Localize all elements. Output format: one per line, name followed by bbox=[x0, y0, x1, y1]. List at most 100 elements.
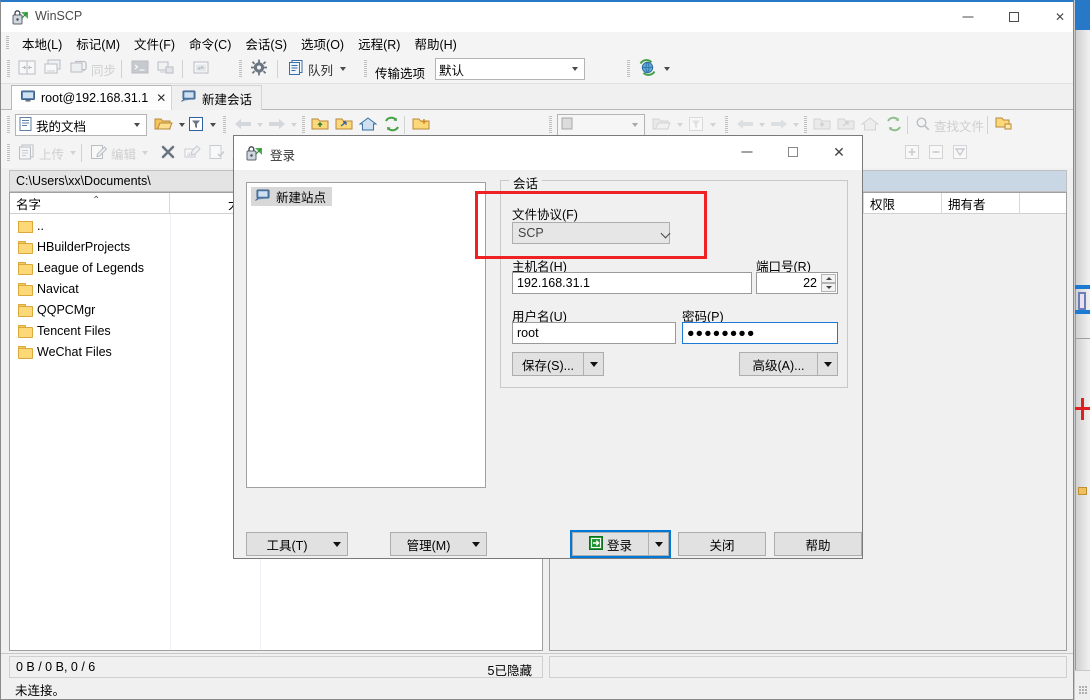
manage-button[interactable]: 管理(M) bbox=[390, 532, 487, 556]
menu-options[interactable]: 选项(O) bbox=[294, 32, 351, 55]
open-in-new-window-button[interactable] bbox=[189, 58, 213, 80]
local-home-dir-button[interactable] bbox=[356, 114, 380, 136]
menubar-grip[interactable] bbox=[6, 36, 9, 50]
tab-root-192-168-31-1[interactable]: root@192.168.31.1 ✕ bbox=[11, 85, 177, 110]
local-refresh-button[interactable] bbox=[380, 114, 404, 136]
remote-back-button[interactable] bbox=[733, 114, 768, 136]
remote-deselect-all-button[interactable] bbox=[925, 142, 947, 164]
remote-refresh-button[interactable] bbox=[882, 114, 906, 136]
remote-toolbar-grip[interactable] bbox=[549, 116, 552, 134]
chevron-down-icon[interactable] bbox=[677, 123, 683, 127]
open-terminal-button[interactable] bbox=[128, 58, 152, 80]
user-name-input[interactable]: root bbox=[512, 322, 676, 344]
chevron-down-icon[interactable] bbox=[142, 151, 149, 155]
local-parent-dir-button[interactable] bbox=[308, 114, 332, 136]
local-new-folder-button[interactable] bbox=[409, 114, 433, 136]
toolbar-grip-2[interactable] bbox=[239, 60, 242, 78]
menu-mark[interactable]: 标记(M) bbox=[69, 32, 127, 55]
session-dropdown-icon[interactable] bbox=[664, 67, 670, 71]
edit-button[interactable]: 编辑 bbox=[87, 142, 151, 164]
close-button[interactable]: ✕ bbox=[1037, 2, 1083, 32]
remote-forward-button[interactable] bbox=[767, 114, 802, 136]
remote-home-dir-button[interactable] bbox=[858, 114, 882, 136]
upload-button[interactable]: 上传 bbox=[15, 142, 79, 164]
remote-invert-selection-button[interactable] bbox=[949, 142, 971, 164]
local-root-dir-button[interactable] bbox=[332, 114, 356, 136]
putty-button[interactable] bbox=[154, 58, 178, 80]
chevron-down-icon[interactable] bbox=[70, 151, 77, 155]
remote-filter-button[interactable] bbox=[685, 114, 719, 136]
remote-new-folder-button[interactable] bbox=[992, 114, 1016, 136]
chevron-down-icon[interactable] bbox=[291, 123, 297, 127]
chevron-down-icon[interactable] bbox=[793, 123, 799, 127]
remote-column-spare[interactable] bbox=[1020, 193, 1066, 214]
local-fileops-grip[interactable] bbox=[7, 144, 10, 162]
menu-help[interactable]: 帮助(H) bbox=[407, 32, 463, 55]
queue-button[interactable]: 队列 bbox=[284, 58, 349, 80]
local-toolbar-grip[interactable] bbox=[7, 116, 10, 134]
remote-nav-grip[interactable] bbox=[725, 116, 728, 134]
properties-button[interactable] bbox=[205, 142, 229, 164]
synchronize-button[interactable]: 同步 bbox=[67, 58, 119, 80]
login-dialog-minimize-button[interactable] bbox=[724, 136, 770, 168]
rename-button[interactable]: ab bbox=[181, 142, 205, 164]
menu-commands[interactable]: 命令(C) bbox=[182, 32, 238, 55]
local-forward-button[interactable] bbox=[265, 114, 300, 136]
remote-parent-dir-button[interactable] bbox=[810, 114, 834, 136]
remote-root-dir-button[interactable] bbox=[834, 114, 858, 136]
chevron-down-icon[interactable] bbox=[210, 123, 216, 127]
toolbar-grip-4[interactable] bbox=[627, 60, 630, 78]
chevron-down-icon[interactable] bbox=[257, 123, 263, 127]
login-button-dropdown-icon[interactable] bbox=[648, 533, 668, 555]
host-name-input[interactable]: 192.168.31.1 bbox=[512, 272, 752, 294]
site-tree-item-new-site[interactable]: 新建站点 bbox=[251, 187, 333, 206]
maximize-button[interactable] bbox=[991, 2, 1037, 32]
open-session-button[interactable] bbox=[41, 58, 65, 80]
tools-button[interactable]: 工具(T) bbox=[246, 532, 348, 556]
password-input[interactable]: ●●●●●●●● bbox=[682, 322, 838, 344]
transfer-options-combo[interactable]: 默认 bbox=[435, 58, 585, 80]
local-dir-grip[interactable] bbox=[302, 116, 305, 134]
remote-select-all-button[interactable] bbox=[901, 142, 923, 164]
tools-button-dropdown-icon[interactable] bbox=[327, 533, 347, 555]
manage-button-dropdown-icon[interactable] bbox=[466, 533, 486, 555]
remote-drive-combo[interactable] bbox=[557, 114, 645, 136]
menu-local[interactable]: 本地(L) bbox=[15, 32, 69, 55]
remote-drive-dropdown-icon[interactable] bbox=[627, 115, 642, 135]
dialog-close-button[interactable]: 关闭 bbox=[678, 532, 766, 556]
session-globe-button[interactable] bbox=[635, 58, 673, 80]
advanced-button-dropdown-icon[interactable] bbox=[817, 353, 837, 375]
remote-column-owner[interactable]: 拥有者 bbox=[942, 193, 1020, 214]
local-open-directory-button[interactable] bbox=[151, 114, 188, 136]
local-drive-combo[interactable]: 我的文档 bbox=[15, 114, 147, 136]
delete-button[interactable] bbox=[157, 142, 179, 164]
chevron-down-icon[interactable] bbox=[710, 123, 716, 127]
menu-session[interactable]: 会话(S) bbox=[238, 32, 294, 55]
remote-column-rights[interactable]: 权限 bbox=[864, 193, 942, 214]
toolbar-grip-1[interactable] bbox=[7, 60, 10, 78]
save-button-dropdown-icon[interactable] bbox=[583, 353, 603, 375]
port-stepper-up[interactable] bbox=[821, 274, 836, 283]
site-tree[interactable]: 新建站点 bbox=[246, 182, 486, 488]
save-button[interactable]: 保存(S)... bbox=[512, 352, 604, 376]
advanced-button[interactable]: 高级(A)... bbox=[739, 352, 838, 376]
dialog-help-button[interactable]: 帮助 bbox=[774, 532, 862, 556]
port-stepper[interactable] bbox=[821, 274, 836, 292]
login-button[interactable]: 登录 bbox=[572, 532, 669, 556]
find-files-button[interactable]: 查找文件 bbox=[912, 114, 987, 136]
commander-view-button[interactable] bbox=[15, 58, 39, 80]
preferences-button[interactable] bbox=[247, 58, 271, 80]
transfer-options-dropdown-icon[interactable] bbox=[567, 59, 582, 79]
resize-grip-icon[interactable] bbox=[1079, 686, 1087, 694]
menu-remote[interactable]: 远程(R) bbox=[351, 32, 407, 55]
menu-files[interactable]: 文件(F) bbox=[127, 32, 182, 55]
tab-close-icon[interactable]: ✕ bbox=[156, 91, 166, 105]
remote-dir-grip[interactable] bbox=[804, 116, 807, 134]
local-drive-dropdown-icon[interactable] bbox=[129, 115, 144, 135]
file-protocol-select[interactable]: SCP bbox=[512, 222, 670, 244]
port-input[interactable]: 22 bbox=[756, 272, 838, 294]
toolbar-grip-3[interactable] bbox=[364, 60, 367, 78]
local-column-name[interactable]: 名字 ⌃ bbox=[10, 193, 170, 214]
login-dialog-close-button[interactable]: ✕ bbox=[816, 136, 862, 168]
local-nav-grip[interactable] bbox=[223, 116, 226, 134]
